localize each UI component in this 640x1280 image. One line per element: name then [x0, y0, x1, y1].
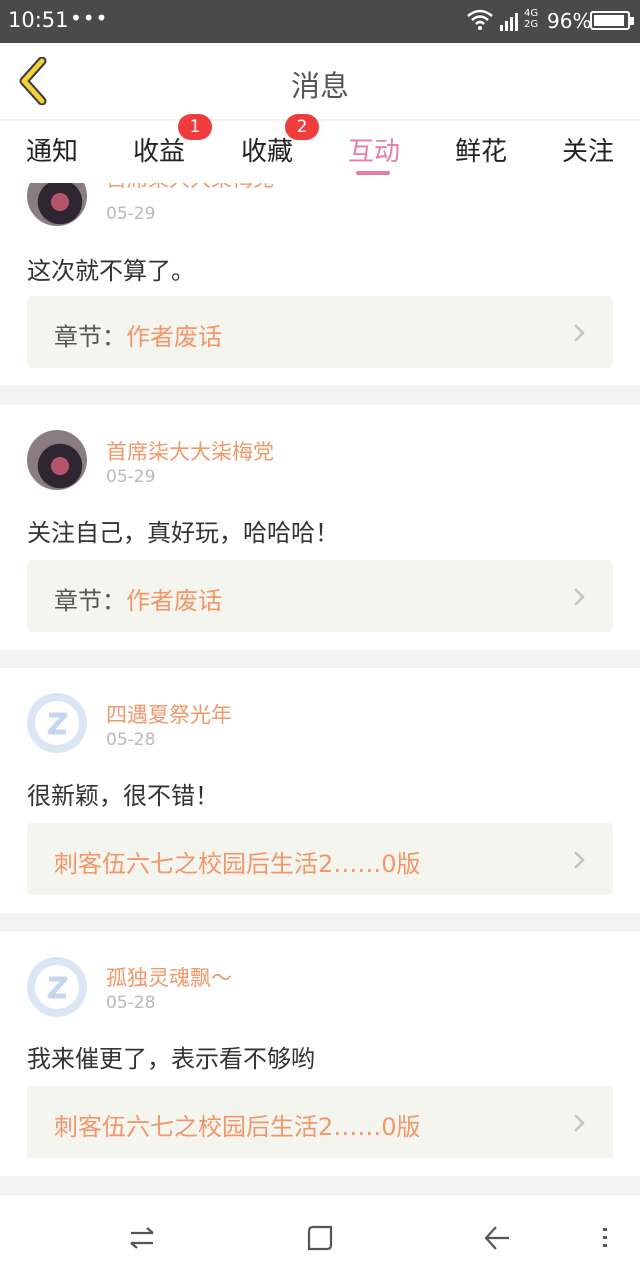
- chevron-right-icon: [574, 851, 585, 869]
- message-text: 我来催更了，表示看不够哟: [27, 1045, 315, 1073]
- wifi-icon: [467, 9, 493, 30]
- default-avatar-icon: [35, 701, 79, 745]
- avatar[interactable]: [27, 430, 87, 490]
- tab-earnings[interactable]: 收益: [133, 131, 185, 168]
- chapter-title: 刺客伍六七之校园后生活2……0版: [54, 850, 421, 878]
- chevron-right-icon: [574, 588, 585, 606]
- network-type: 4G 2G: [524, 8, 538, 30]
- chapter-link[interactable]: 章节：作者废话: [27, 296, 613, 368]
- username[interactable]: 首席柒大大柒梅党: [106, 436, 274, 466]
- chapter-prefix: 章节：: [54, 323, 126, 351]
- chevron-right-icon: [574, 324, 585, 342]
- message-card: 孤独灵魂飘～ 05-28 我来催更了，表示看不够哟 刺客伍六七之校园后生活2………: [0, 931, 640, 1176]
- message-feed[interactable]: 首席柒大大柒梅党 05-29 这次就不算了。 章节：作者废话 首席柒大大柒梅党 …: [0, 183, 640, 1195]
- header: 消息: [0, 43, 640, 120]
- system-nav-bar: [0, 1195, 640, 1280]
- message-date: 05-28: [106, 993, 156, 1013]
- status-bar: 10:51 ••• 4G 2G 96%: [0, 0, 640, 43]
- active-tab-indicator: [356, 171, 390, 175]
- earnings-badge: 1: [178, 114, 212, 140]
- username[interactable]: 孤独灵魂飘～: [106, 962, 232, 992]
- avatar[interactable]: [27, 183, 87, 226]
- network-4g: 4G: [524, 8, 539, 19]
- username[interactable]: 四遇夏祭光年: [106, 699, 232, 729]
- chapter-label: 章节：作者废话: [54, 317, 222, 352]
- page-title: 消息: [290, 69, 349, 103]
- tab-flowers[interactable]: 鲜花: [455, 131, 507, 168]
- chapter-title: 刺客伍六七之校园后生活2……0版: [54, 1113, 421, 1141]
- square-icon[interactable]: [305, 1223, 335, 1253]
- network-2g: 2G: [524, 19, 539, 30]
- signal-icon: [500, 13, 518, 31]
- message-card: 四遇夏祭光年 05-28 很新颖，很不错！ 刺客伍六七之校园后生活2……0版: [0, 668, 640, 913]
- avatar[interactable]: [27, 693, 87, 753]
- switch-icon[interactable]: [127, 1223, 157, 1253]
- chapter-label: 章节：作者废话: [54, 581, 222, 616]
- tab-bar: 通知 收益 1 收藏 2 互动 鲜花 关注: [0, 114, 640, 183]
- avatar[interactable]: [27, 957, 87, 1017]
- chapter-label: 刺客伍六七之校园后生活2……0版: [54, 1107, 421, 1142]
- username[interactable]: 首席柒大大柒梅党: [106, 183, 274, 193]
- chapter-link[interactable]: 章节：作者废话: [27, 560, 613, 632]
- tab-favorites[interactable]: 收藏: [241, 131, 293, 168]
- favorites-badge: 2: [285, 114, 319, 140]
- chevron-right-icon: [574, 1114, 585, 1132]
- back-arrow-icon[interactable]: [482, 1223, 512, 1253]
- chapter-prefix: 章节：: [54, 587, 126, 615]
- chapter-link[interactable]: 刺客伍六七之校园后生活2……0版: [27, 1086, 613, 1158]
- message-card: 首席柒大大柒梅党 05-29 关注自己，真好玩，哈哈哈！ 章节：作者废话: [0, 405, 640, 650]
- message-date: 05-29: [106, 467, 156, 487]
- chapter-title: 作者废话: [126, 323, 222, 351]
- default-avatar-icon: [35, 965, 79, 1009]
- status-time: 10:51: [8, 8, 69, 32]
- notification-dots: •••: [70, 6, 109, 30]
- chapter-title: 作者废话: [126, 587, 222, 615]
- message-date: 05-28: [106, 730, 156, 750]
- message-date: 05-29: [106, 204, 156, 224]
- chapter-label: 刺客伍六七之校园后生活2……0版: [54, 844, 421, 879]
- message-text: 很新颖，很不错！: [27, 782, 219, 810]
- chapter-link[interactable]: 刺客伍六七之校园后生活2……0版: [27, 823, 613, 895]
- battery-icon: [590, 11, 634, 30]
- battery-percent: 96%: [547, 9, 592, 33]
- message-card: 首席柒大大柒梅党 05-29 这次就不算了。 章节：作者废话: [0, 183, 640, 385]
- message-text: 这次就不算了。: [27, 257, 195, 285]
- tab-interaction[interactable]: 互动: [348, 131, 400, 168]
- menu-icon[interactable]: [590, 1223, 620, 1253]
- tab-following[interactable]: 关注: [562, 131, 614, 168]
- tab-notice[interactable]: 通知: [26, 131, 78, 168]
- message-text: 关注自己，真好玩，哈哈哈！: [27, 519, 339, 547]
